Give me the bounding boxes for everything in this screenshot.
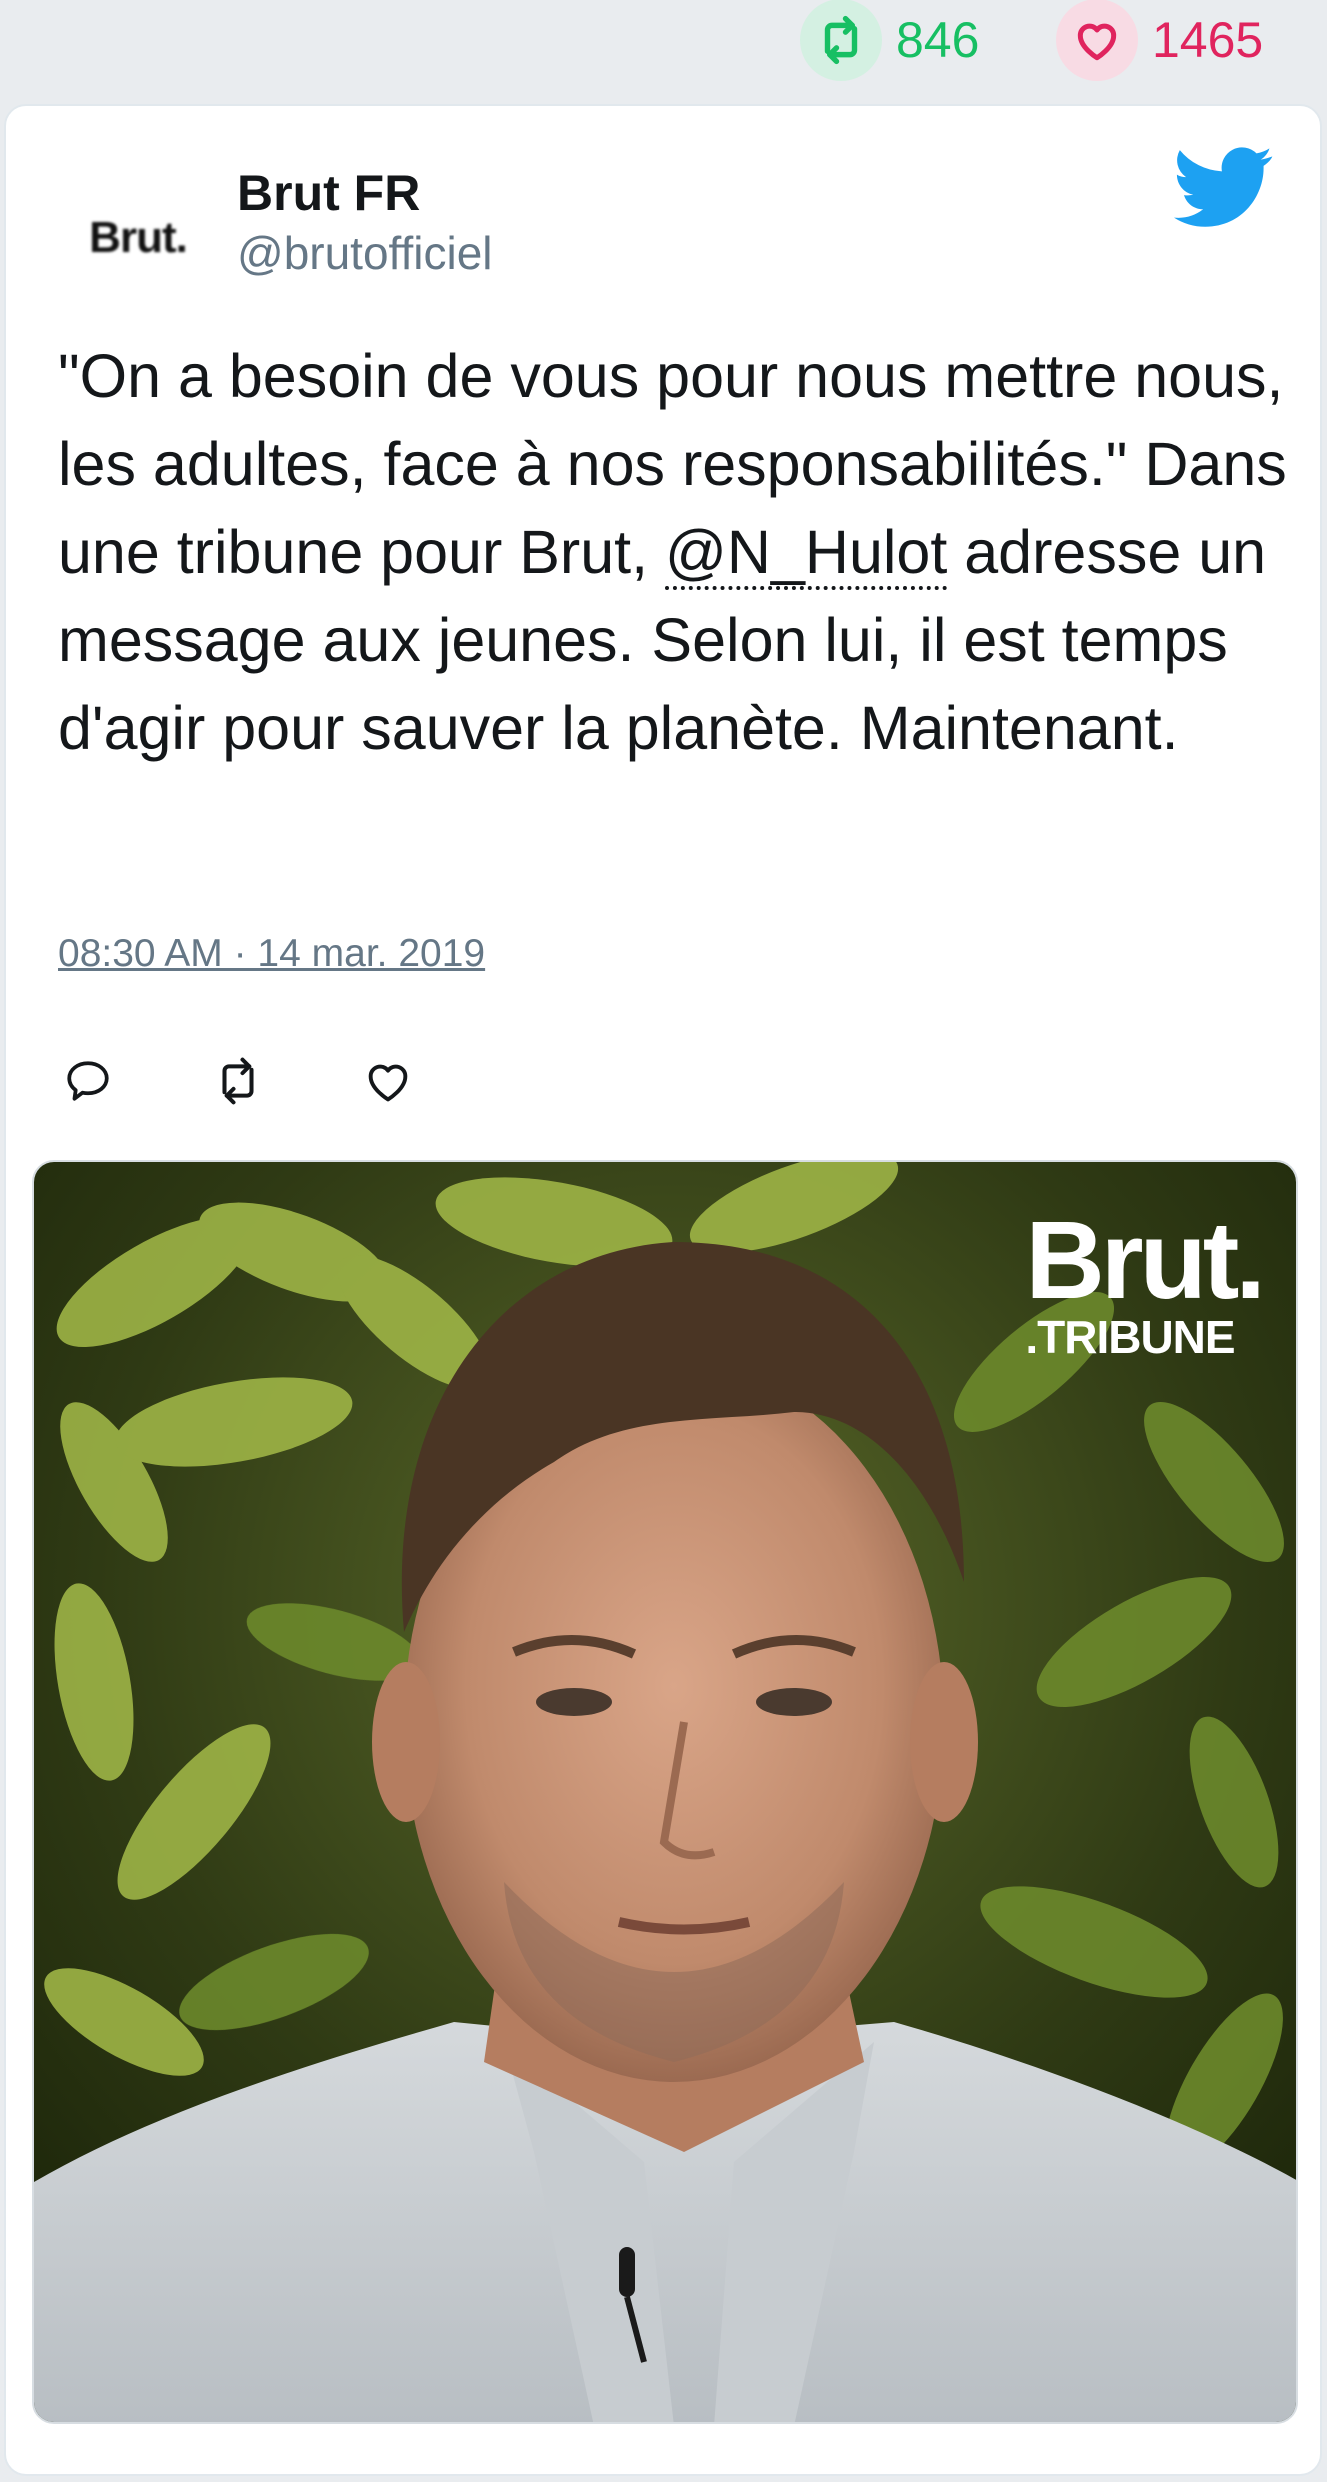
- reply-icon: [67, 1061, 109, 1101]
- avatar-logo: Brut.: [89, 213, 188, 262]
- avatar[interactable]: Brut.: [68, 168, 208, 308]
- overlay-brand-sub: .TRIBUNE: [1025, 1311, 1235, 1363]
- tweet-card: Brut. Brut FR @brutofficiel "On a besoin…: [4, 104, 1322, 2476]
- brut-tribune-logo: Brut. .TRIBUNE: [1025, 1199, 1266, 1363]
- retweet-count: 846: [896, 12, 980, 68]
- mention-link[interactable]: @N_Hulot: [665, 518, 948, 590]
- overlay-brand-main: Brut.: [1025, 1199, 1266, 1322]
- like-stat[interactable]: 1465: [1056, 0, 1264, 81]
- engagement-stats: 846 1465: [0, 0, 1327, 100]
- author-handle[interactable]: @brutofficiel: [237, 226, 493, 280]
- tweet-actions: [58, 1046, 418, 1116]
- tweet-timestamp[interactable]: 08:30 AM · 14 mar. 2019: [58, 932, 485, 976]
- author-name[interactable]: Brut FR: [237, 164, 420, 222]
- retweet-button[interactable]: [208, 1051, 268, 1111]
- retweet-stat[interactable]: 846: [800, 0, 980, 81]
- like-button[interactable]: [358, 1051, 418, 1111]
- like-count: 1465: [1152, 12, 1264, 68]
- retweet-icon: [800, 0, 882, 81]
- heart-icon: [1056, 0, 1138, 81]
- tweet-media-video[interactable]: Brut. .TRIBUNE: [32, 1160, 1298, 2424]
- reply-button[interactable]: [58, 1051, 118, 1111]
- twitter-bird-icon[interactable]: [1174, 146, 1274, 230]
- tweet-text: "On a besoin de vous pour nous mettre no…: [58, 332, 1288, 772]
- heart-icon: [368, 1064, 408, 1102]
- retweet-icon: [222, 1057, 254, 1105]
